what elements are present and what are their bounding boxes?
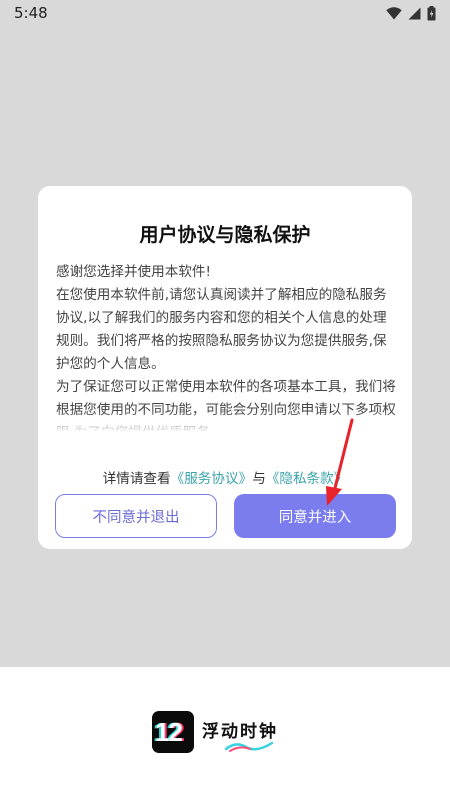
app-brand: 12 浮动时钟 [152, 711, 278, 753]
agree-button[interactable]: 同意并进入 [234, 494, 396, 538]
battery-icon [427, 6, 436, 21]
swoosh-decoration-icon [224, 741, 274, 752]
links-prefix: 详情请查看 [102, 471, 171, 487]
app-logo-text: 12 [155, 717, 183, 747]
signal-icon [408, 7, 421, 20]
status-time: 5:48 [14, 4, 48, 22]
wifi-icon [386, 7, 402, 20]
privacy-policy-link[interactable]: 《隐私条款》 [266, 471, 348, 487]
dialog-paragraph: 感谢您选择并使用本软件! [56, 264, 211, 280]
service-agreement-link[interactable]: 《服务协议》 [171, 471, 253, 487]
status-bar: 5:48 [0, 0, 450, 26]
scroll-fade [56, 411, 396, 433]
app-name-wrap: 浮动时钟 [202, 711, 278, 753]
links-join: 与 [252, 471, 266, 487]
decline-button[interactable]: 不同意并退出 [55, 494, 217, 538]
dialog-paragraph: 在您使用本软件前,请您认真阅读并了解相应的隐私服务协议,以了解我们的服务内容和您… [56, 287, 387, 372]
status-icons [386, 6, 436, 21]
privacy-dialog: 用户协议与隐私保护 感谢您选择并使用本软件! 在您使用本软件前,请您认真阅读并了… [38, 186, 412, 549]
dialog-title: 用户协议与隐私保护 [139, 224, 311, 246]
dialog-body[interactable]: 感谢您选择并使用本软件! 在您使用本软件前,请您认真阅读并了解相应的隐私服务协议… [56, 261, 396, 431]
agreement-links-row: 详情请查看《服务协议》与《隐私条款》 [38, 467, 412, 487]
app-logo-icon: 12 [152, 711, 194, 753]
